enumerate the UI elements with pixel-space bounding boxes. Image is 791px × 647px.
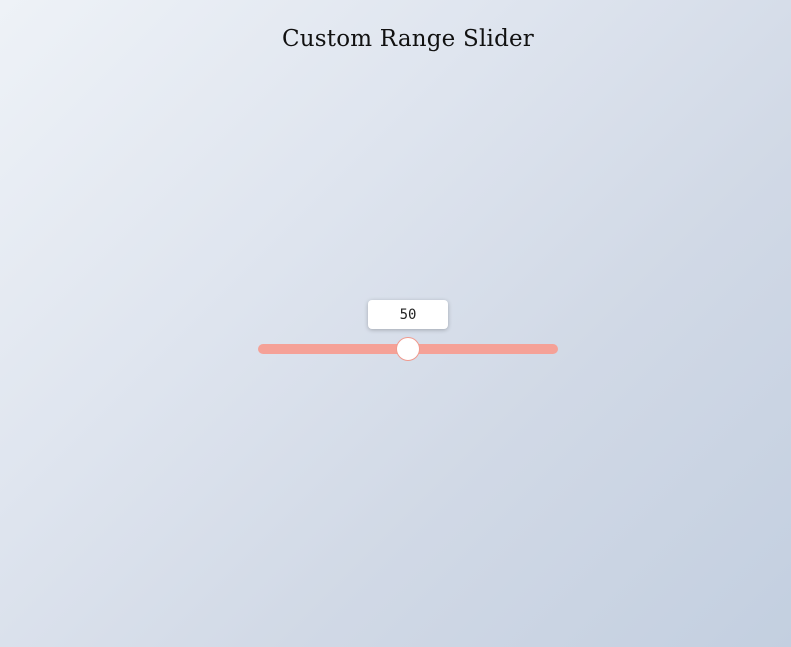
slider-value-label: 50: [368, 300, 448, 329]
range-slider[interactable]: 50: [258, 300, 558, 362]
page-title: Custom Range Slider: [281, 26, 535, 52]
slider-thumb[interactable]: [396, 337, 420, 361]
